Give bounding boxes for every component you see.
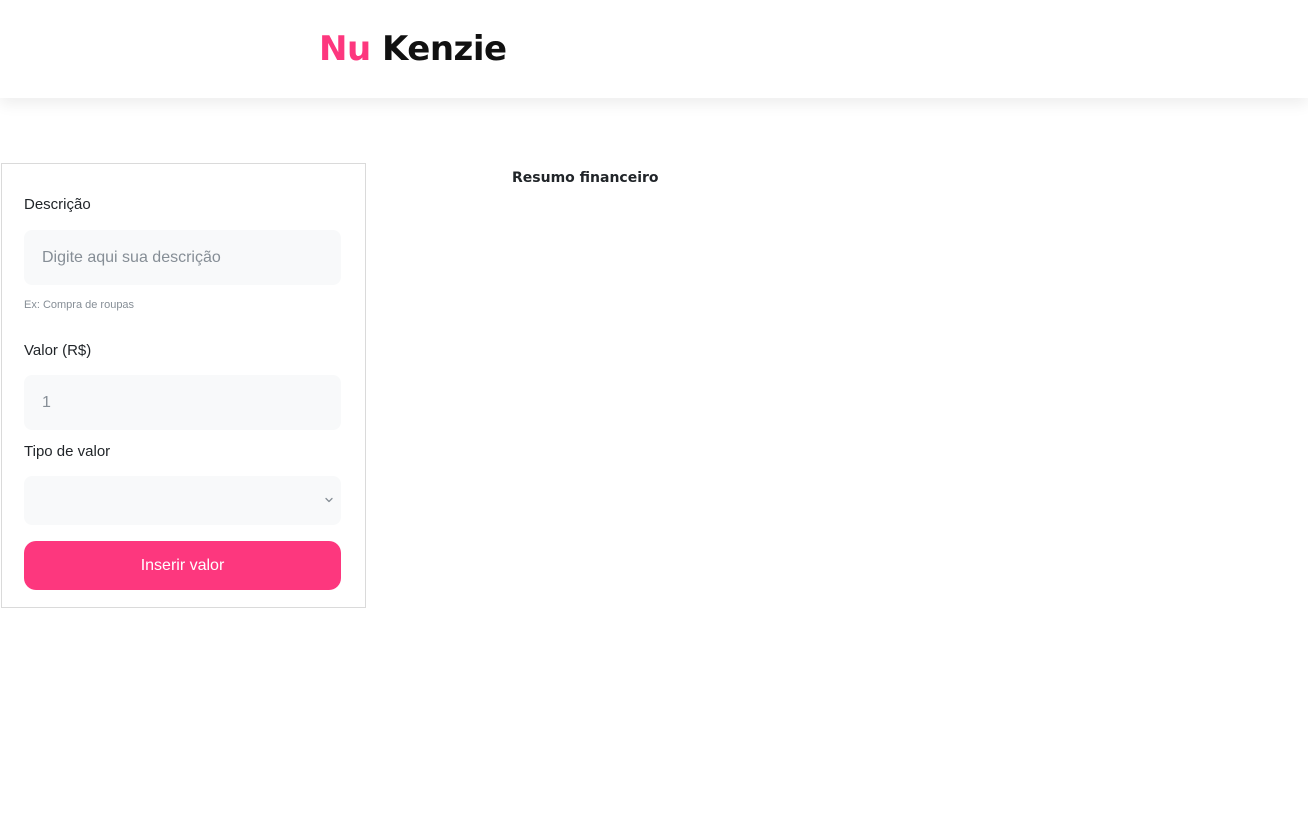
chevron-down-icon — [325, 497, 333, 503]
value-type-label: Tipo de valor — [24, 443, 111, 460]
transaction-form: Descrição Ex: Compra de roupas Valor (R$… — [1, 163, 366, 608]
value-type-select[interactable] — [24, 476, 341, 525]
logo-kenzie: Kenzie — [382, 29, 507, 69]
description-helper-text: Ex: Compra de roupas — [24, 299, 135, 311]
value-input[interactable] — [24, 375, 341, 430]
logo: Nu Kenzie — [319, 28, 507, 70]
description-input[interactable] — [24, 230, 341, 285]
app-header: Nu Kenzie — [0, 0, 1308, 98]
financial-summary-title: Resumo financeiro — [512, 170, 659, 186]
logo-nu: Nu — [319, 29, 371, 69]
value-label: Valor (R$) — [24, 342, 92, 359]
description-label: Descrição — [24, 196, 91, 213]
insert-value-button[interactable]: Inserir valor — [24, 541, 341, 590]
